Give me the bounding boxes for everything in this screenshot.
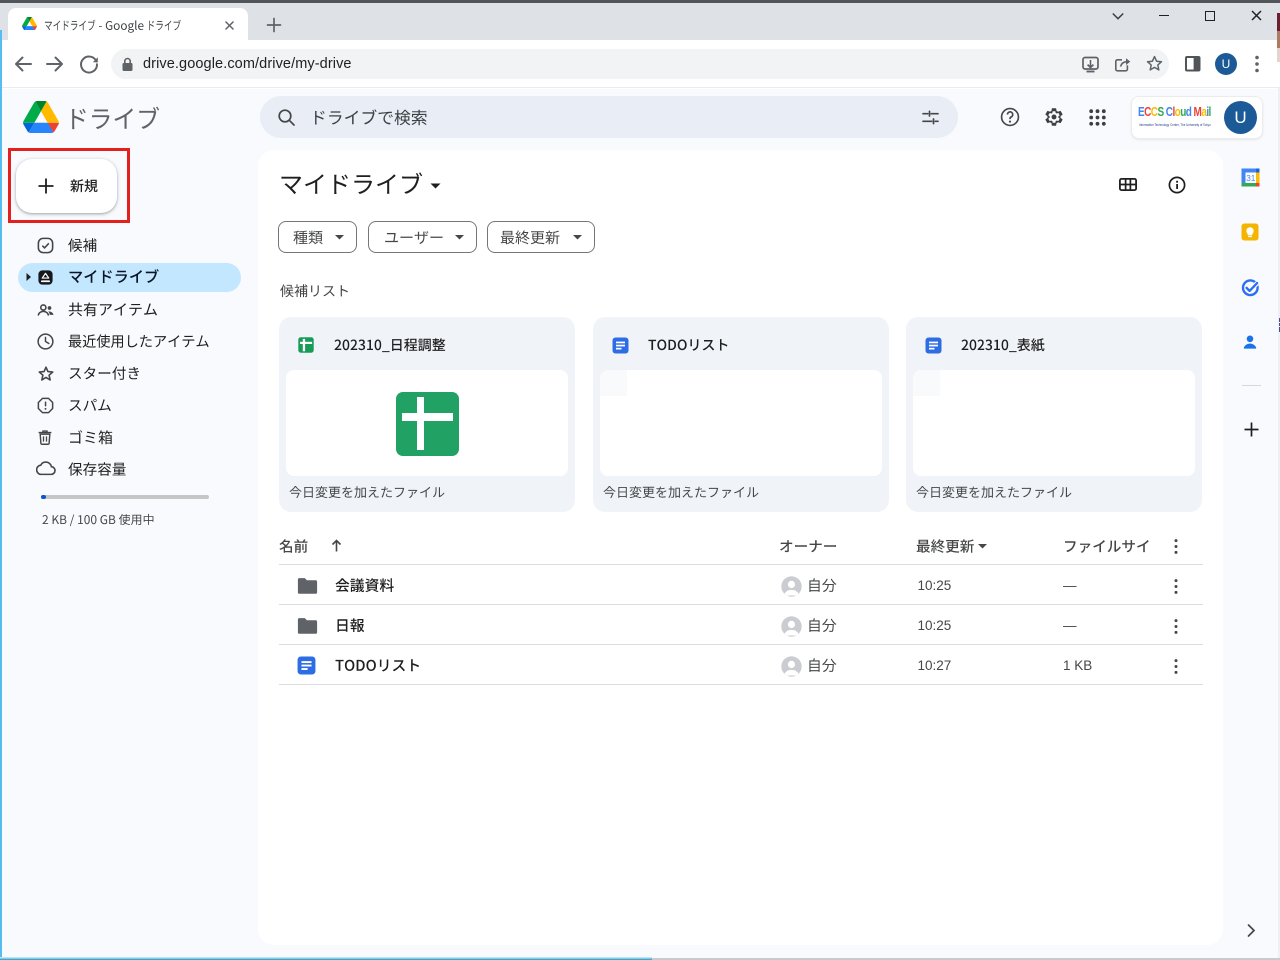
svg-text:31: 31 [1246,174,1256,183]
